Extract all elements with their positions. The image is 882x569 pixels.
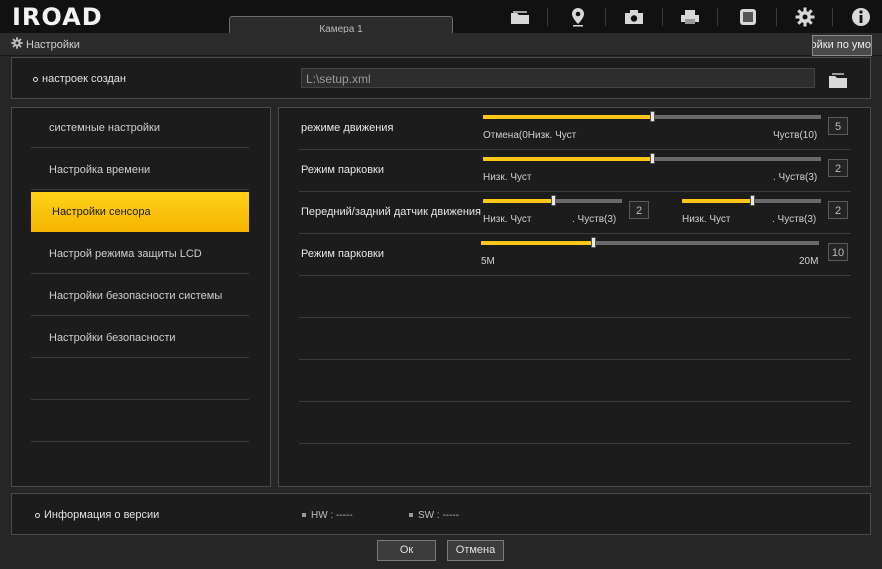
- slider-thumb[interactable]: [591, 237, 596, 248]
- menu-item-empty: [31, 444, 249, 484]
- toolbar-separator: [605, 8, 606, 26]
- menu-item-empty: [31, 402, 249, 442]
- parking-duration-min-label: 5M: [481, 256, 495, 267]
- menu-item-security[interactable]: Настройки безопасности: [31, 318, 249, 358]
- bullet-icon: [409, 513, 413, 518]
- parking-duration-label: Режим парковки: [301, 248, 385, 260]
- settings-titlebar: [0, 33, 882, 56]
- parking-value-box: 2: [828, 159, 848, 177]
- parking-min-label: Низк. Чуст: [483, 172, 532, 183]
- slider-thumb[interactable]: [650, 153, 655, 164]
- map-pin-icon[interactable]: [566, 6, 590, 28]
- toolbar-separator: [717, 8, 718, 26]
- menu-item-time[interactable]: Настройка времени: [31, 150, 249, 190]
- slider-fill: [483, 115, 652, 119]
- menu-item-lcd-protection[interactable]: Настрой режима защиты LCD: [31, 234, 249, 274]
- motion-value-box: 5: [828, 117, 848, 135]
- front-min-label: Низк. Чуст: [483, 214, 532, 225]
- window-title: Настройки: [26, 39, 80, 51]
- menu-item-system[interactable]: системные настройки: [31, 108, 249, 148]
- settings-file-label: настроек создан: [33, 73, 126, 85]
- toolbar-separator: [547, 8, 548, 26]
- bullet-icon: [302, 513, 306, 518]
- slider-fill: [483, 199, 553, 203]
- cancel-button[interactable]: Отмена: [447, 540, 504, 561]
- bullet-icon: [33, 76, 38, 82]
- slider-fill: [682, 199, 752, 203]
- sensor-row: [299, 402, 851, 444]
- default-settings-label: Настройки по умо.: [813, 39, 871, 51]
- toolbar-separator: [832, 8, 833, 26]
- settings-file-path-input[interactable]: L:\setup.xml: [301, 68, 815, 88]
- motion-max-label: Чуств(10): [773, 130, 818, 141]
- hw-version: HW : -----: [302, 510, 353, 521]
- screen-icon[interactable]: [736, 6, 760, 28]
- menu-item-empty: [31, 360, 249, 400]
- parking-duration-value-box: 10: [828, 243, 848, 261]
- slider-fill: [483, 157, 652, 161]
- ok-button[interactable]: Ок: [377, 540, 436, 561]
- sensor-row: [299, 318, 851, 360]
- sw-version: SW : -----: [409, 510, 459, 521]
- rear-min-label: Низк. Чуст: [682, 214, 731, 225]
- rear-max-label: . Чуств(3): [772, 214, 817, 225]
- open-folder-icon[interactable]: [828, 71, 848, 89]
- gear-icon[interactable]: [793, 6, 817, 28]
- sensor-row: [299, 360, 851, 402]
- sensor-row: [299, 444, 851, 486]
- front-value-box: 2: [629, 201, 649, 219]
- camera-icon[interactable]: [622, 6, 646, 28]
- toolbar-separator: [662, 8, 663, 26]
- tab-camera-1[interactable]: Камера 1: [229, 16, 453, 34]
- default-settings-button[interactable]: Настройки по умо.: [812, 35, 872, 56]
- menu-item-sensor[interactable]: Настройки сенсора: [31, 192, 249, 232]
- toolbar-separator: [776, 8, 777, 26]
- bullet-icon: [35, 512, 40, 518]
- sensor-row: [299, 276, 851, 318]
- rear-value-box: 2: [828, 201, 848, 219]
- motion-mode-label: режиме движения: [301, 122, 394, 134]
- info-icon[interactable]: [849, 6, 873, 28]
- front-rear-sensor-label: Передний/задний датчик движения: [301, 206, 481, 218]
- motion-min-label: Отмена(0Низк. Чуст: [483, 130, 577, 141]
- slider-thumb[interactable]: [551, 195, 556, 206]
- front-max-label: . Чуств(3): [572, 214, 617, 225]
- menu-item-system-security[interactable]: Настройки безопасности системы: [31, 276, 249, 316]
- printer-icon[interactable]: [678, 6, 702, 28]
- parking-mode-label: Режим парковки: [301, 164, 385, 176]
- gear-icon: [11, 37, 23, 49]
- slider-fill: [481, 241, 593, 245]
- slider-thumb[interactable]: [750, 195, 755, 206]
- parking-max-label: . Чуств(3): [773, 172, 818, 183]
- app-logo: IROAD: [12, 3, 103, 31]
- parking-duration-max-label: 20M: [799, 256, 819, 267]
- folder-icon[interactable]: [508, 6, 532, 28]
- slider-thumb[interactable]: [650, 111, 655, 122]
- version-info-label: Информация о версии: [35, 509, 159, 521]
